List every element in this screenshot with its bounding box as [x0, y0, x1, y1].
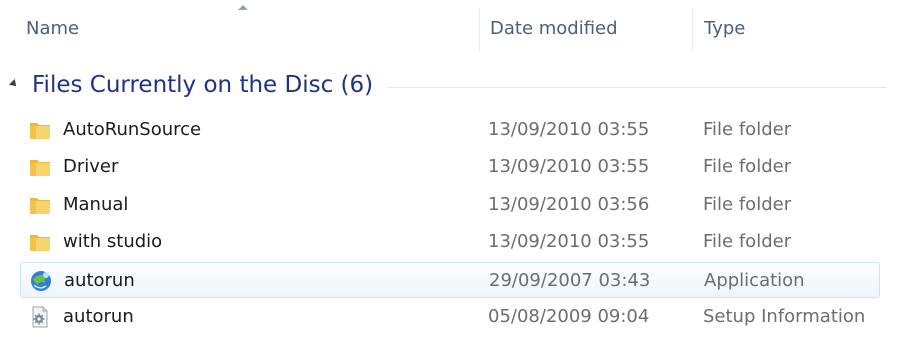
file-date-modified: 05/08/2009 09:04	[488, 306, 650, 327]
file-row[interactable]: Manual 13/09/2010 03:56 File folder	[20, 187, 880, 223]
file-name: Manual	[63, 194, 129, 215]
file-row-hovered[interactable]: autorun 29/09/2007 03:43 Application	[20, 262, 880, 298]
sort-ascending-icon	[238, 5, 248, 10]
file-type: File folder	[703, 119, 792, 140]
file-type: File folder	[703, 156, 792, 177]
file-row[interactable]: Driver 13/09/2010 03:55 File folder	[20, 149, 880, 185]
folder-icon	[30, 123, 50, 139]
file-name: Driver	[63, 156, 119, 177]
column-header-type[interactable]: Type	[704, 0, 884, 54]
file-date-modified: 29/09/2007 03:43	[489, 270, 651, 291]
file-date-modified: 13/09/2010 03:55	[488, 119, 650, 140]
file-name: AutoRunSource	[63, 119, 202, 140]
file-row[interactable]: autorun 05/08/2009 09:04 Setup Informati…	[20, 299, 880, 335]
file-row[interactable]: with studio 13/09/2010 03:55 File folder	[20, 224, 880, 260]
file-name: autorun	[64, 270, 135, 291]
file-name: autorun	[63, 306, 134, 327]
group-title: Files Currently on the Disc (6)	[32, 72, 374, 98]
file-date-modified: 13/09/2010 03:55	[488, 231, 650, 252]
file-type: Setup Information	[703, 306, 866, 327]
file-type: File folder	[703, 231, 792, 252]
collapse-group-icon[interactable]	[9, 79, 19, 89]
folder-icon	[30, 235, 50, 251]
column-header-date-modified[interactable]: Date modified	[490, 0, 680, 54]
file-row[interactable]: AutoRunSource 13/09/2010 03:55 File fold…	[20, 112, 880, 148]
file-type: Application	[704, 270, 805, 291]
group-divider	[388, 87, 887, 88]
folder-icon	[30, 198, 50, 214]
column-divider[interactable]	[479, 8, 480, 52]
file-name: with studio	[63, 231, 163, 252]
application-icon	[31, 271, 51, 291]
file-type: File folder	[703, 194, 792, 215]
folder-icon	[30, 160, 50, 176]
file-date-modified: 13/09/2010 03:55	[488, 156, 650, 177]
column-header-bar: Name Date modified Type	[0, 0, 897, 54]
setup-information-icon	[32, 306, 48, 328]
file-date-modified: 13/09/2010 03:56	[488, 194, 650, 215]
column-divider[interactable]	[692, 8, 693, 52]
file-group-header[interactable]: Files Currently on the Disc (6)	[0, 66, 897, 104]
